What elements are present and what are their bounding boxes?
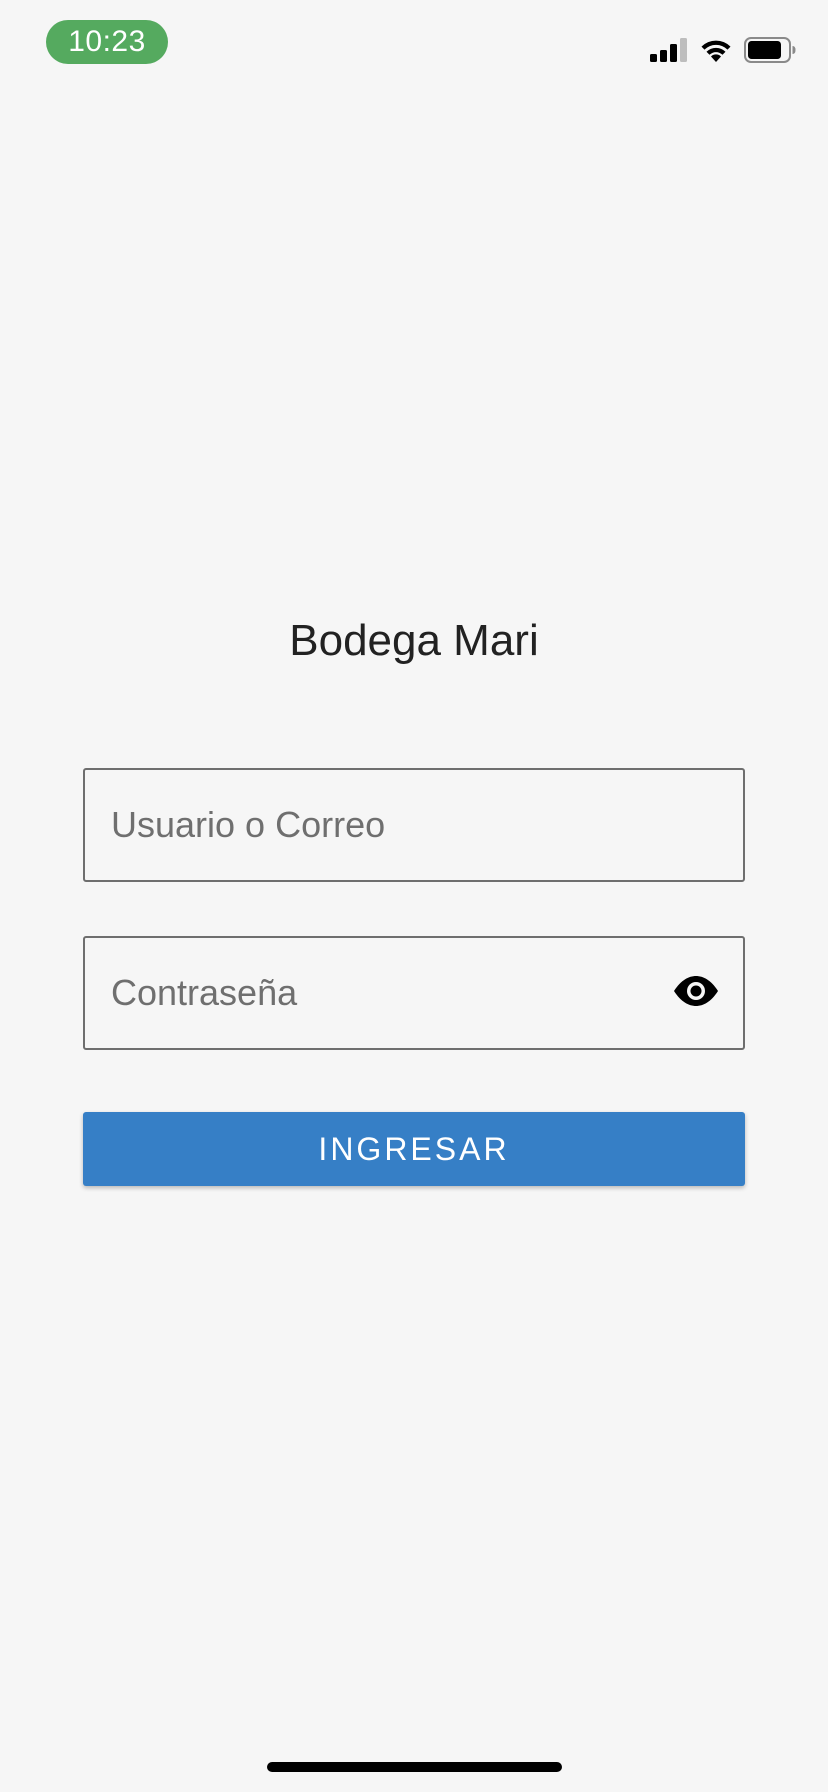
status-time[interactable]: 10:23 (46, 20, 168, 64)
show-password-toggle[interactable] (673, 973, 719, 1013)
password-field[interactable] (83, 936, 745, 1050)
home-indicator[interactable] (267, 1762, 562, 1772)
status-bar: 10:23 (0, 0, 828, 90)
username-input[interactable] (111, 770, 671, 880)
eye-icon (673, 975, 719, 1011)
status-icons (650, 36, 796, 64)
login-button[interactable]: INGRESAR (83, 1112, 745, 1186)
app-title: Bodega Mari (289, 616, 539, 665)
wifi-icon (700, 38, 732, 62)
battery-icon (744, 37, 796, 63)
username-field[interactable] (83, 768, 745, 882)
cellular-signal-icon (650, 38, 688, 62)
password-input[interactable] (111, 938, 671, 1048)
